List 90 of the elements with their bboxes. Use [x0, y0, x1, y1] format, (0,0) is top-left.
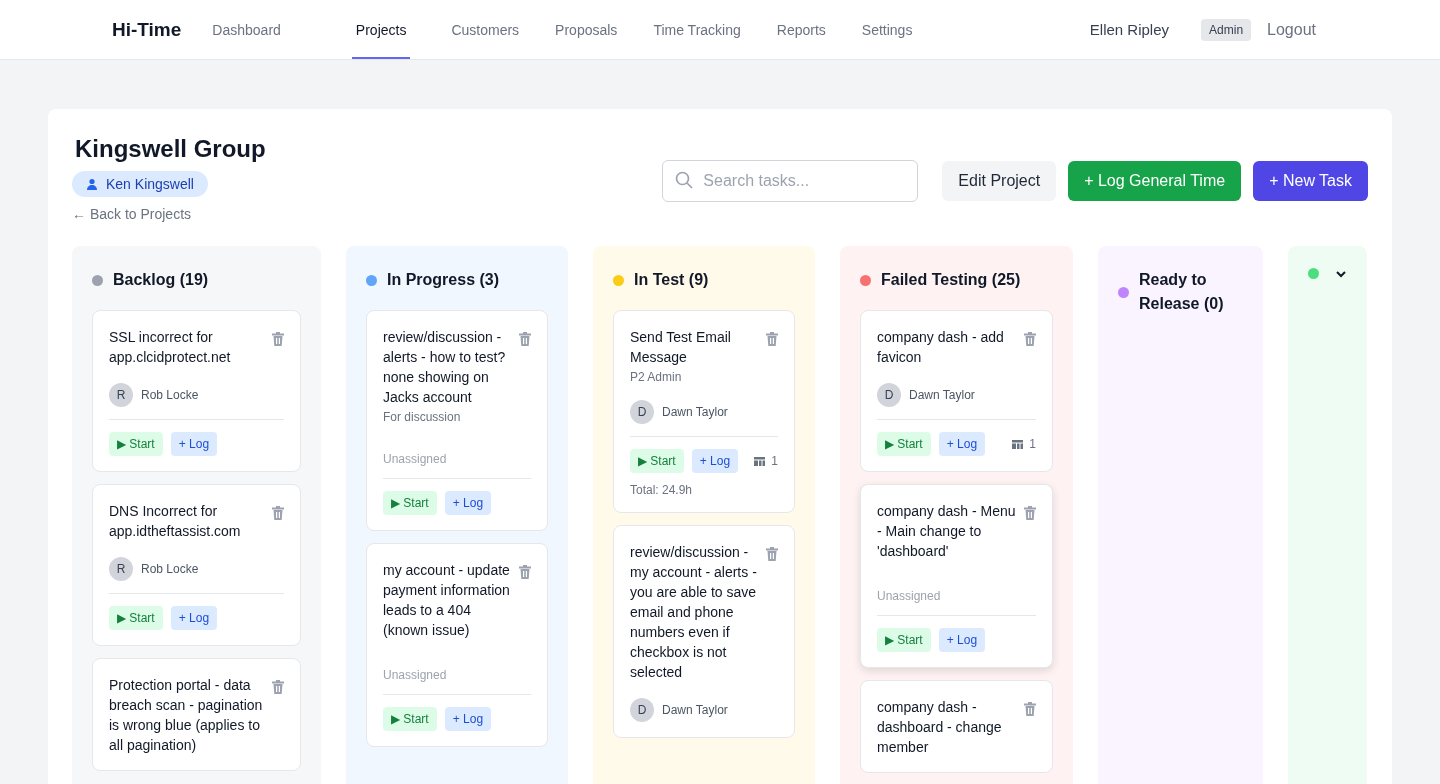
task-card[interactable]: my account - update payment information leads to a 404 (known issue) Unassigned ▶ Start + Log: [366, 543, 548, 747]
user-name: Ellen Ripley: [1089, 21, 1170, 38]
avatar-initial: D: [630, 400, 654, 424]
task-card[interactable]: company dash - Menu - Main change to 'dashboard' Unassigned ▶ Start + Log: [860, 484, 1053, 668]
task-card[interactable]: company dash - add favicon D Dawn Taylor ▶ Start + Log 1: [860, 310, 1053, 472]
task-action-button[interactable]: + Log: [170, 432, 218, 456]
customer-tag[interactable]: Ken Kingswell: [72, 171, 208, 197]
task-action-button[interactable]: ▶ Start: [383, 491, 437, 515]
task-action-button[interactable]: ▶ Start: [877, 628, 931, 652]
avatar-initial: D: [877, 383, 901, 407]
nav-link[interactable]: Projects: [351, 0, 411, 59]
subtask-count: 1: [1029, 437, 1036, 451]
assignee-name: Rob Locke: [141, 562, 199, 576]
trash-icon[interactable]: [519, 565, 531, 579]
assignee-name: Dawn Taylor: [662, 405, 728, 419]
subtask-icon: [1012, 439, 1024, 449]
subtask-icon: [754, 456, 766, 466]
app-logo[interactable]: Hi-Time: [112, 18, 182, 41]
task-title: SSL incorrect for app.clcidprotect.net: [109, 328, 232, 367]
column-title: In Test (9): [634, 270, 709, 290]
toolbar-button[interactable]: + New Task: [1253, 160, 1368, 201]
task-note: P2 Admin: [630, 370, 683, 384]
nav-link[interactable]: Dashboard: [207, 0, 286, 59]
task-card[interactable]: SSL incorrect for app.clcidprotect.net R Rob Locke ▶ Start + Log: [92, 310, 301, 472]
unassigned-label: Unassigned: [877, 589, 942, 603]
task-action-button[interactable]: + Log: [444, 707, 492, 731]
logout-link[interactable]: Logout: [1267, 20, 1316, 39]
nav-link[interactable]: Settings: [856, 0, 918, 59]
task-action-button[interactable]: ▶ Start: [877, 432, 931, 456]
task-card[interactable]: Send Test Email Message P2 Admin D Dawn Taylor ▶ Start + Log 1 Total: 24.9h: [613, 310, 795, 513]
task-action-button[interactable]: ▶ Start: [109, 432, 163, 456]
task-title: company dash - dashboard - change member: [877, 698, 1003, 757]
person-icon: [86, 178, 98, 190]
task-card[interactable]: Protection portal - data breach scan - pagination is wrong blue (applies to all pagination): [92, 658, 301, 771]
toolbar-button[interactable]: + Log General Time: [1068, 160, 1242, 201]
task-action-button[interactable]: + Log: [444, 491, 492, 515]
trash-icon[interactable]: [272, 506, 284, 520]
search-icon: [675, 170, 694, 189]
task-action-button[interactable]: ▶ Start: [383, 707, 437, 731]
trash-icon[interactable]: [766, 547, 778, 561]
task-action-button[interactable]: ▶ Start: [109, 606, 163, 630]
task-card[interactable]: company dash - dashboard - change member: [860, 680, 1053, 773]
task-title: review/discussion - alerts - how to test? none showing on Jacks account: [383, 328, 507, 407]
nav-link[interactable]: Proposals: [550, 0, 623, 59]
assignee-name: Dawn Taylor: [909, 388, 975, 402]
unassigned-label: Unassigned: [383, 452, 448, 466]
nav-link[interactable]: Reports: [771, 0, 831, 59]
task-title: review/discussion - my account - alerts - you are able to save email and phone numbers even if checkbox is not selected: [630, 543, 758, 682]
task-action-button[interactable]: + Log: [938, 628, 986, 652]
column-title: In Progress (3): [387, 270, 500, 290]
chevron-icon[interactable]: [1335, 269, 1347, 278]
task-card[interactable]: review/discussion - my account - alerts - you are able to save email and phone numbers even if checkbox is not selected D Dawn Taylor: [613, 525, 795, 738]
column-title: Backlog (19): [113, 270, 209, 290]
task-title: company dash - add favicon: [877, 328, 1005, 367]
trash-icon[interactable]: [1024, 506, 1036, 520]
task-title: company dash - Menu - Main change to 'dashboard': [877, 502, 1016, 561]
total-time: Total: 24.9h: [630, 483, 694, 497]
task-action-button[interactable]: + Log: [170, 606, 218, 630]
trash-icon[interactable]: [519, 332, 531, 346]
task-card[interactable]: DNS Incorrect for app.idtheftassist.com R Rob Locke ▶ Start + Log: [92, 484, 301, 646]
toolbar-button[interactable]: Edit Project: [942, 160, 1057, 201]
project-title: Kingswell Group: [75, 135, 266, 163]
task-card[interactable]: review/discussion - alerts - how to test? none showing on Jacks account For discussion Unassigned ▶ Start + Log: [366, 310, 548, 531]
task-title: Send Test Email Message: [630, 328, 732, 367]
role-badge: Admin: [1201, 18, 1252, 41]
nav-link[interactable]: Time Tracking: [648, 0, 746, 59]
assignee-name: Dawn Taylor: [662, 703, 728, 717]
task-action-button[interactable]: ▶ Start: [630, 449, 684, 473]
trash-icon[interactable]: [766, 332, 778, 346]
avatar-initial: R: [109, 557, 133, 581]
column-title: Ready to Release (0): [1139, 270, 1225, 314]
trash-icon[interactable]: [1024, 332, 1036, 346]
search-field[interactable]: Search tasks...: [662, 159, 919, 202]
task-title: Protection portal - data breach scan - pagination is wrong blue (applies to all pagination): [109, 676, 264, 755]
subtask-count: 1: [771, 454, 778, 468]
column-title: Failed Testing (25): [881, 270, 1021, 290]
nav-link[interactable]: Customers: [446, 0, 525, 59]
trash-icon[interactable]: [272, 680, 284, 694]
unassigned-label: Unassigned: [383, 668, 448, 682]
avatar-initial: R: [109, 383, 133, 407]
back-link[interactable]: ← Back to Projects: [72, 206, 192, 222]
trash-icon[interactable]: [272, 332, 284, 346]
task-note: For discussion: [383, 410, 462, 424]
avatar-initial: D: [630, 698, 654, 722]
assignee-name: Rob Locke: [141, 388, 199, 402]
task-title: DNS Incorrect for app.idtheftassist.com: [109, 502, 242, 541]
task-title: my account - update payment information leads to a 404 (known issue): [383, 561, 511, 640]
task-action-button[interactable]: + Log: [691, 449, 739, 473]
trash-icon[interactable]: [1024, 702, 1036, 716]
task-action-button[interactable]: + Log: [938, 432, 986, 456]
